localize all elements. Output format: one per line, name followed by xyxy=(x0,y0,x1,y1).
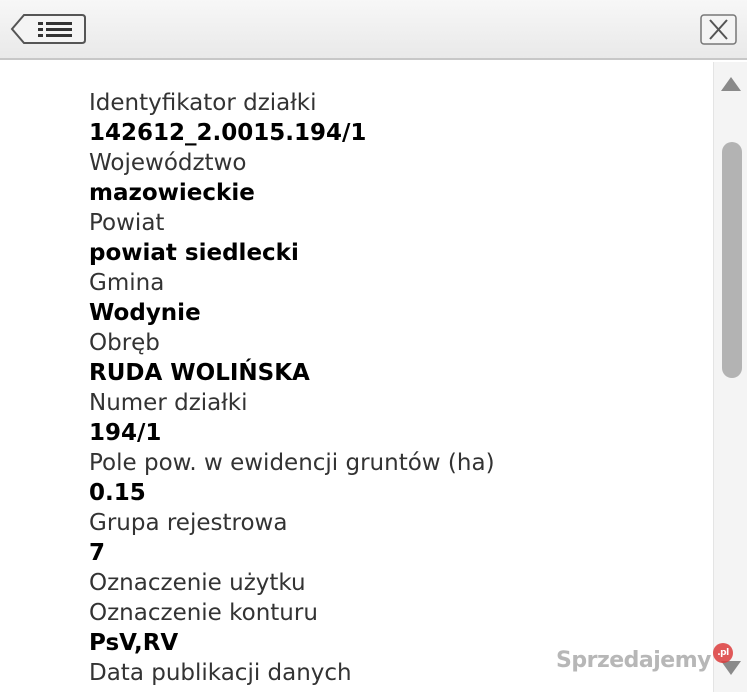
field-value-area: 0.15 xyxy=(89,480,146,506)
close-button[interactable] xyxy=(700,14,737,45)
header-bar xyxy=(0,0,747,60)
vertical-scrollbar[interactable] xyxy=(713,62,747,692)
field-value-voivodeship: mazowieckie xyxy=(89,180,255,206)
arrow-up-icon xyxy=(721,77,741,91)
field-label-precinct: Obręb xyxy=(89,330,160,356)
field-value-identifier: 142612_2.0015.194/1 xyxy=(89,120,367,146)
field-label-parcel-number: Numer działki xyxy=(89,390,248,416)
watermark-badge: .pl xyxy=(713,643,733,663)
watermark-logo: Sprzedajemy .pl xyxy=(556,640,733,680)
close-icon xyxy=(700,14,737,45)
field-label-contour: Oznaczenie konturu xyxy=(89,600,318,626)
field-label-register-group: Grupa rejestrowa xyxy=(89,510,288,536)
field-value-register-group: 7 xyxy=(89,540,106,566)
scroll-up-button[interactable] xyxy=(720,76,742,92)
field-label-land-use: Oznaczenie użytku xyxy=(89,570,306,596)
field-label-county: Powiat xyxy=(89,210,165,236)
scroll-thumb[interactable] xyxy=(722,142,742,378)
watermark-text: Sprzedajemy xyxy=(556,647,712,673)
field-label-identifier: Identyfikator działki xyxy=(89,90,317,116)
parcel-attributes: Identyfikator działki 142612_2.0015.194/… xyxy=(89,88,699,688)
field-label-area: Pole pow. w ewidencji gruntów (ha) xyxy=(89,450,495,476)
field-value-parcel-number: 194/1 xyxy=(89,420,162,446)
parcel-info-window: Identyfikator działki 142612_2.0015.194/… xyxy=(0,0,747,692)
field-value-commune: Wodynie xyxy=(89,300,201,326)
field-value-county: powiat siedlecki xyxy=(89,240,299,266)
field-label-voivodeship: Województwo xyxy=(89,150,247,176)
field-value-precinct: RUDA WOLIŃSKA xyxy=(89,360,310,386)
back-list-button[interactable] xyxy=(10,13,86,45)
list-back-icon xyxy=(10,14,86,44)
field-label-commune: Gmina xyxy=(89,270,165,296)
